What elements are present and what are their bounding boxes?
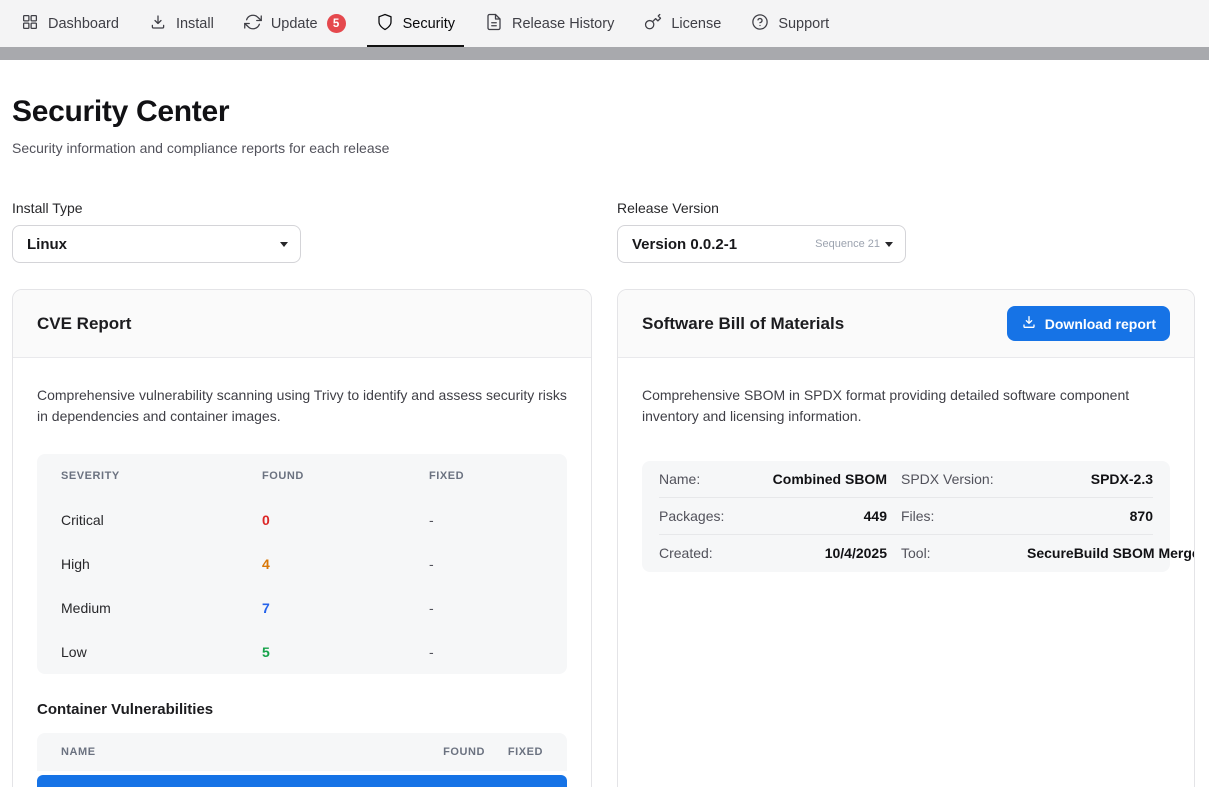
download-report-label: Download report bbox=[1045, 316, 1156, 332]
release-version-select[interactable]: Version 0.0.2-1 Sequence 21 bbox=[617, 225, 906, 263]
release-version-value: Version 0.0.2-1 bbox=[632, 236, 737, 253]
cve-report-description: Comprehensive vulnerability scanning usi… bbox=[37, 385, 567, 428]
download-icon bbox=[1021, 314, 1037, 333]
fixed-count: - bbox=[429, 600, 543, 616]
tab-dashboard[interactable]: Dashboard bbox=[6, 0, 134, 47]
top-navigation: Dashboard Install Update 5 Security Rele… bbox=[0, 0, 1209, 47]
tab-label: License bbox=[671, 16, 721, 32]
severity-name: Medium bbox=[61, 600, 262, 616]
fixed-column-header: FIXED bbox=[485, 746, 543, 758]
severity-table: SEVERITY FOUND FIXED Critical 0 - High 4… bbox=[37, 454, 567, 674]
tab-label: Install bbox=[176, 16, 214, 32]
found-count: 4 bbox=[262, 556, 429, 572]
found-column-header: FOUND bbox=[405, 746, 485, 758]
shield-icon bbox=[376, 13, 394, 35]
found-count: 7 bbox=[262, 600, 429, 616]
install-type-filter: Install Type Linux bbox=[12, 200, 592, 263]
divider-bar bbox=[0, 47, 1209, 60]
sbom-description: Comprehensive SBOM in SPDX format provid… bbox=[642, 385, 1170, 428]
tab-update[interactable]: Update 5 bbox=[229, 0, 361, 47]
found-column-header: FOUND bbox=[262, 470, 429, 482]
tab-label: Dashboard bbox=[48, 16, 119, 32]
tab-release-history[interactable]: Release History bbox=[470, 0, 629, 47]
field-value: Combined SBOM bbox=[761, 471, 887, 487]
severity-name: High bbox=[61, 556, 262, 572]
chevron-down-icon bbox=[885, 242, 893, 247]
download-icon bbox=[149, 13, 167, 35]
grid-icon bbox=[21, 13, 39, 35]
cve-report-card: CVE Report Comprehensive vulnerability s… bbox=[12, 289, 592, 787]
severity-name: Critical bbox=[61, 512, 262, 528]
fixed-count: - bbox=[429, 556, 543, 572]
tab-security[interactable]: Security bbox=[361, 0, 470, 47]
found-count: 0 bbox=[262, 512, 429, 528]
tab-label: Security bbox=[403, 16, 455, 32]
field-label: Name: bbox=[659, 471, 747, 487]
field-label: Tool: bbox=[901, 545, 1013, 561]
fixed-count: - bbox=[429, 512, 543, 528]
table-row: Critical 0 - bbox=[37, 498, 567, 542]
field-label: SPDX Version: bbox=[901, 471, 1013, 487]
key-icon bbox=[644, 13, 662, 35]
table-row: Packages: 449 Files: 870 bbox=[659, 498, 1153, 535]
field-value: 870 bbox=[1027, 508, 1153, 524]
table-row: High 4 - bbox=[37, 542, 567, 586]
table-row: Low 5 - bbox=[37, 630, 567, 674]
document-icon bbox=[485, 13, 503, 35]
table-row: Medium 7 - bbox=[37, 586, 567, 630]
found-count: 5 bbox=[262, 644, 429, 660]
release-version-filter: Release Version Version 0.0.2-1 Sequence… bbox=[617, 200, 1195, 263]
field-value: SecureBuild SBOM Merger bbox=[1027, 545, 1153, 561]
tab-support[interactable]: Support bbox=[736, 0, 844, 47]
field-label: Files: bbox=[901, 508, 1013, 524]
release-version-label: Release Version bbox=[617, 200, 1195, 216]
field-value: SPDX-2.3 bbox=[1027, 471, 1153, 487]
fixed-count: - bbox=[429, 644, 543, 660]
sbom-info-grid: Name: Combined SBOM SPDX Version: SPDX-2… bbox=[642, 461, 1170, 572]
fixed-column-header: FIXED bbox=[429, 470, 543, 482]
chevron-down-icon bbox=[280, 242, 288, 247]
tab-label: Support bbox=[778, 16, 829, 32]
container-table-header: NAME FOUND FIXED bbox=[37, 733, 567, 771]
tab-label: Release History bbox=[512, 16, 614, 32]
sbom-title: Software Bill of Materials bbox=[642, 314, 844, 334]
sbom-card: Software Bill of Materials Download repo… bbox=[617, 289, 1195, 787]
tab-install[interactable]: Install bbox=[134, 0, 229, 47]
cve-report-title: CVE Report bbox=[37, 314, 131, 334]
field-label: Created: bbox=[659, 545, 747, 561]
container-table-row-highlight[interactable] bbox=[37, 775, 567, 787]
severity-name: Low bbox=[61, 644, 262, 660]
table-row: Name: Combined SBOM SPDX Version: SPDX-2… bbox=[659, 461, 1153, 498]
field-value: 449 bbox=[761, 508, 887, 524]
refresh-icon bbox=[244, 13, 262, 35]
sequence-label: Sequence 21 bbox=[815, 238, 880, 250]
table-row: Created: 10/4/2025 Tool: SecureBuild SBO… bbox=[659, 535, 1153, 572]
tab-label: Update bbox=[271, 16, 318, 32]
page-title: Security Center bbox=[12, 95, 1195, 129]
container-vulnerabilities-title: Container Vulnerabilities bbox=[37, 701, 567, 718]
update-count-badge: 5 bbox=[327, 14, 346, 33]
install-type-label: Install Type bbox=[12, 200, 592, 216]
help-circle-icon bbox=[751, 13, 769, 35]
tab-license[interactable]: License bbox=[629, 0, 736, 47]
install-type-value: Linux bbox=[27, 236, 67, 253]
download-report-button[interactable]: Download report bbox=[1007, 306, 1170, 341]
field-label: Packages: bbox=[659, 508, 747, 524]
name-column-header: NAME bbox=[61, 746, 405, 758]
severity-column-header: SEVERITY bbox=[61, 470, 262, 482]
field-value: 10/4/2025 bbox=[761, 545, 887, 561]
install-type-select[interactable]: Linux bbox=[12, 225, 301, 263]
page-subtitle: Security information and compliance repo… bbox=[12, 140, 1195, 156]
